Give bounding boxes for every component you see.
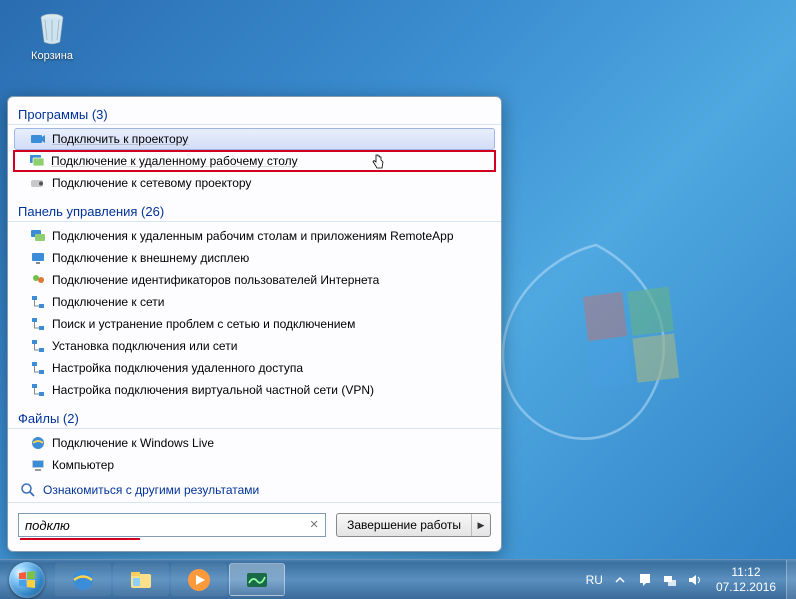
clock-time: 11:12 <box>716 565 776 579</box>
result-connect-projector[interactable]: Подключить к проектору <box>14 128 495 150</box>
clock-date: 07.12.2016 <box>716 580 776 594</box>
taskbar-wmp[interactable] <box>171 563 227 596</box>
taskbar-ie[interactable] <box>55 563 111 596</box>
result-label: Подключение к сети <box>52 295 164 309</box>
network-icon <box>30 294 46 310</box>
network-icon <box>30 382 46 398</box>
section-header-control-panel: Панель управления (26) <box>8 200 501 222</box>
result-label: Установка подключения или сети <box>52 339 237 353</box>
start-panel-bottom: ✕ Завершение работы ▶ <box>8 502 501 551</box>
result-label: Настройка подключения удаленного доступа <box>52 361 303 375</box>
section-header-files: Файлы (2) <box>8 407 501 429</box>
control-panel-list: Подключения к удаленным рабочим столам и… <box>8 225 501 401</box>
projector-icon <box>30 131 46 147</box>
result-computer[interactable]: Компьютер <box>8 454 501 476</box>
files-list: Подключение к Windows Live Компьютер <box>8 432 501 476</box>
result-label: Поиск и устранение проблем с сетью и под… <box>52 317 355 331</box>
language-indicator[interactable]: RU <box>586 573 603 587</box>
taskbar-app-active[interactable] <box>229 563 285 596</box>
result-label: Подключение идентификаторов пользователе… <box>52 273 379 287</box>
rdp-icon <box>30 228 46 244</box>
result-label: Подключения к удаленным рабочим столам и… <box>52 229 454 243</box>
start-menu-search-panel: Программы (3) Подключить к проектору Под… <box>7 96 502 552</box>
net-projector-icon <box>30 175 46 191</box>
result-vpn[interactable]: Настройка подключения виртуальной частно… <box>8 379 501 401</box>
ie-icon <box>30 435 46 451</box>
shutdown-label: Завершение работы <box>337 514 472 536</box>
windows-logo-icon <box>9 562 45 598</box>
result-troubleshoot-network[interactable]: Поиск и устранение проблем с сетью и под… <box>8 313 501 335</box>
result-rdp[interactable]: Подключение к удаленному рабочему столу <box>13 150 496 172</box>
taskbar: RU 11:12 07.12.2016 <box>0 559 796 599</box>
shutdown-button[interactable]: Завершение работы ▶ <box>336 513 491 537</box>
result-external-display[interactable]: Подключение к внешнему дисплею <box>8 247 501 269</box>
recycle-bin-label: Корзина <box>20 50 84 62</box>
network-icon <box>30 360 46 376</box>
result-label: Настройка подключения виртуальной частно… <box>52 383 374 397</box>
network-tray-icon[interactable] <box>662 572 678 588</box>
shutdown-arrow-icon[interactable]: ▶ <box>472 514 490 536</box>
network-icon <box>30 338 46 354</box>
taskbar-explorer[interactable] <box>113 563 169 596</box>
start-button[interactable] <box>0 560 54 599</box>
tray-up-icon[interactable] <box>612 572 628 588</box>
see-more-label: Ознакомиться с другими результатами <box>43 483 259 497</box>
annotation-underline <box>20 538 140 540</box>
result-label: Компьютер <box>52 458 114 472</box>
clear-search-icon[interactable]: ✕ <box>307 518 321 532</box>
result-connect-network[interactable]: Подключение к сети <box>8 291 501 313</box>
result-remoteapp[interactable]: Подключения к удаленным рабочим столам и… <box>8 225 501 247</box>
result-remote-access[interactable]: Настройка подключения удаленного доступа <box>8 357 501 379</box>
volume-icon[interactable] <box>687 572 703 588</box>
wallpaper-logo <box>466 219 726 479</box>
result-label: Подключение к внешнему дисплею <box>52 251 249 265</box>
computer-icon <box>30 457 46 473</box>
result-user-ids[interactable]: Подключение идентификаторов пользователе… <box>8 269 501 291</box>
system-tray: RU 11:12 07.12.2016 <box>580 560 786 599</box>
cursor-hand-icon <box>370 154 386 170</box>
recycle-bin[interactable]: Корзина <box>20 8 84 62</box>
search-input[interactable] <box>18 513 326 537</box>
show-desktop-button[interactable] <box>786 560 796 599</box>
action-center-icon[interactable] <box>637 572 653 588</box>
result-label: Подключить к проектору <box>52 132 188 146</box>
recycle-bin-icon <box>32 8 72 48</box>
see-more-results[interactable]: Ознакомиться с другими результатами <box>8 476 501 502</box>
programs-list: Подключить к проектору Подключение к уда… <box>8 128 501 194</box>
result-label: Подключение к Windows Live <box>52 436 214 450</box>
users-icon <box>30 272 46 288</box>
rdp-icon <box>29 153 45 169</box>
search-wrap: ✕ <box>18 513 326 537</box>
result-label: Подключение к удаленному рабочему столу <box>51 154 298 168</box>
result-net-projector[interactable]: Подключение к сетевому проектору <box>8 172 501 194</box>
display-icon <box>30 250 46 266</box>
search-icon <box>20 482 36 498</box>
result-windows-live[interactable]: Подключение к Windows Live <box>8 432 501 454</box>
result-setup-connection[interactable]: Установка подключения или сети <box>8 335 501 357</box>
result-label: Подключение к сетевому проектору <box>52 176 251 190</box>
section-header-programs: Программы (3) <box>8 103 501 125</box>
clock[interactable]: 11:12 07.12.2016 <box>712 565 776 594</box>
network-icon <box>30 316 46 332</box>
